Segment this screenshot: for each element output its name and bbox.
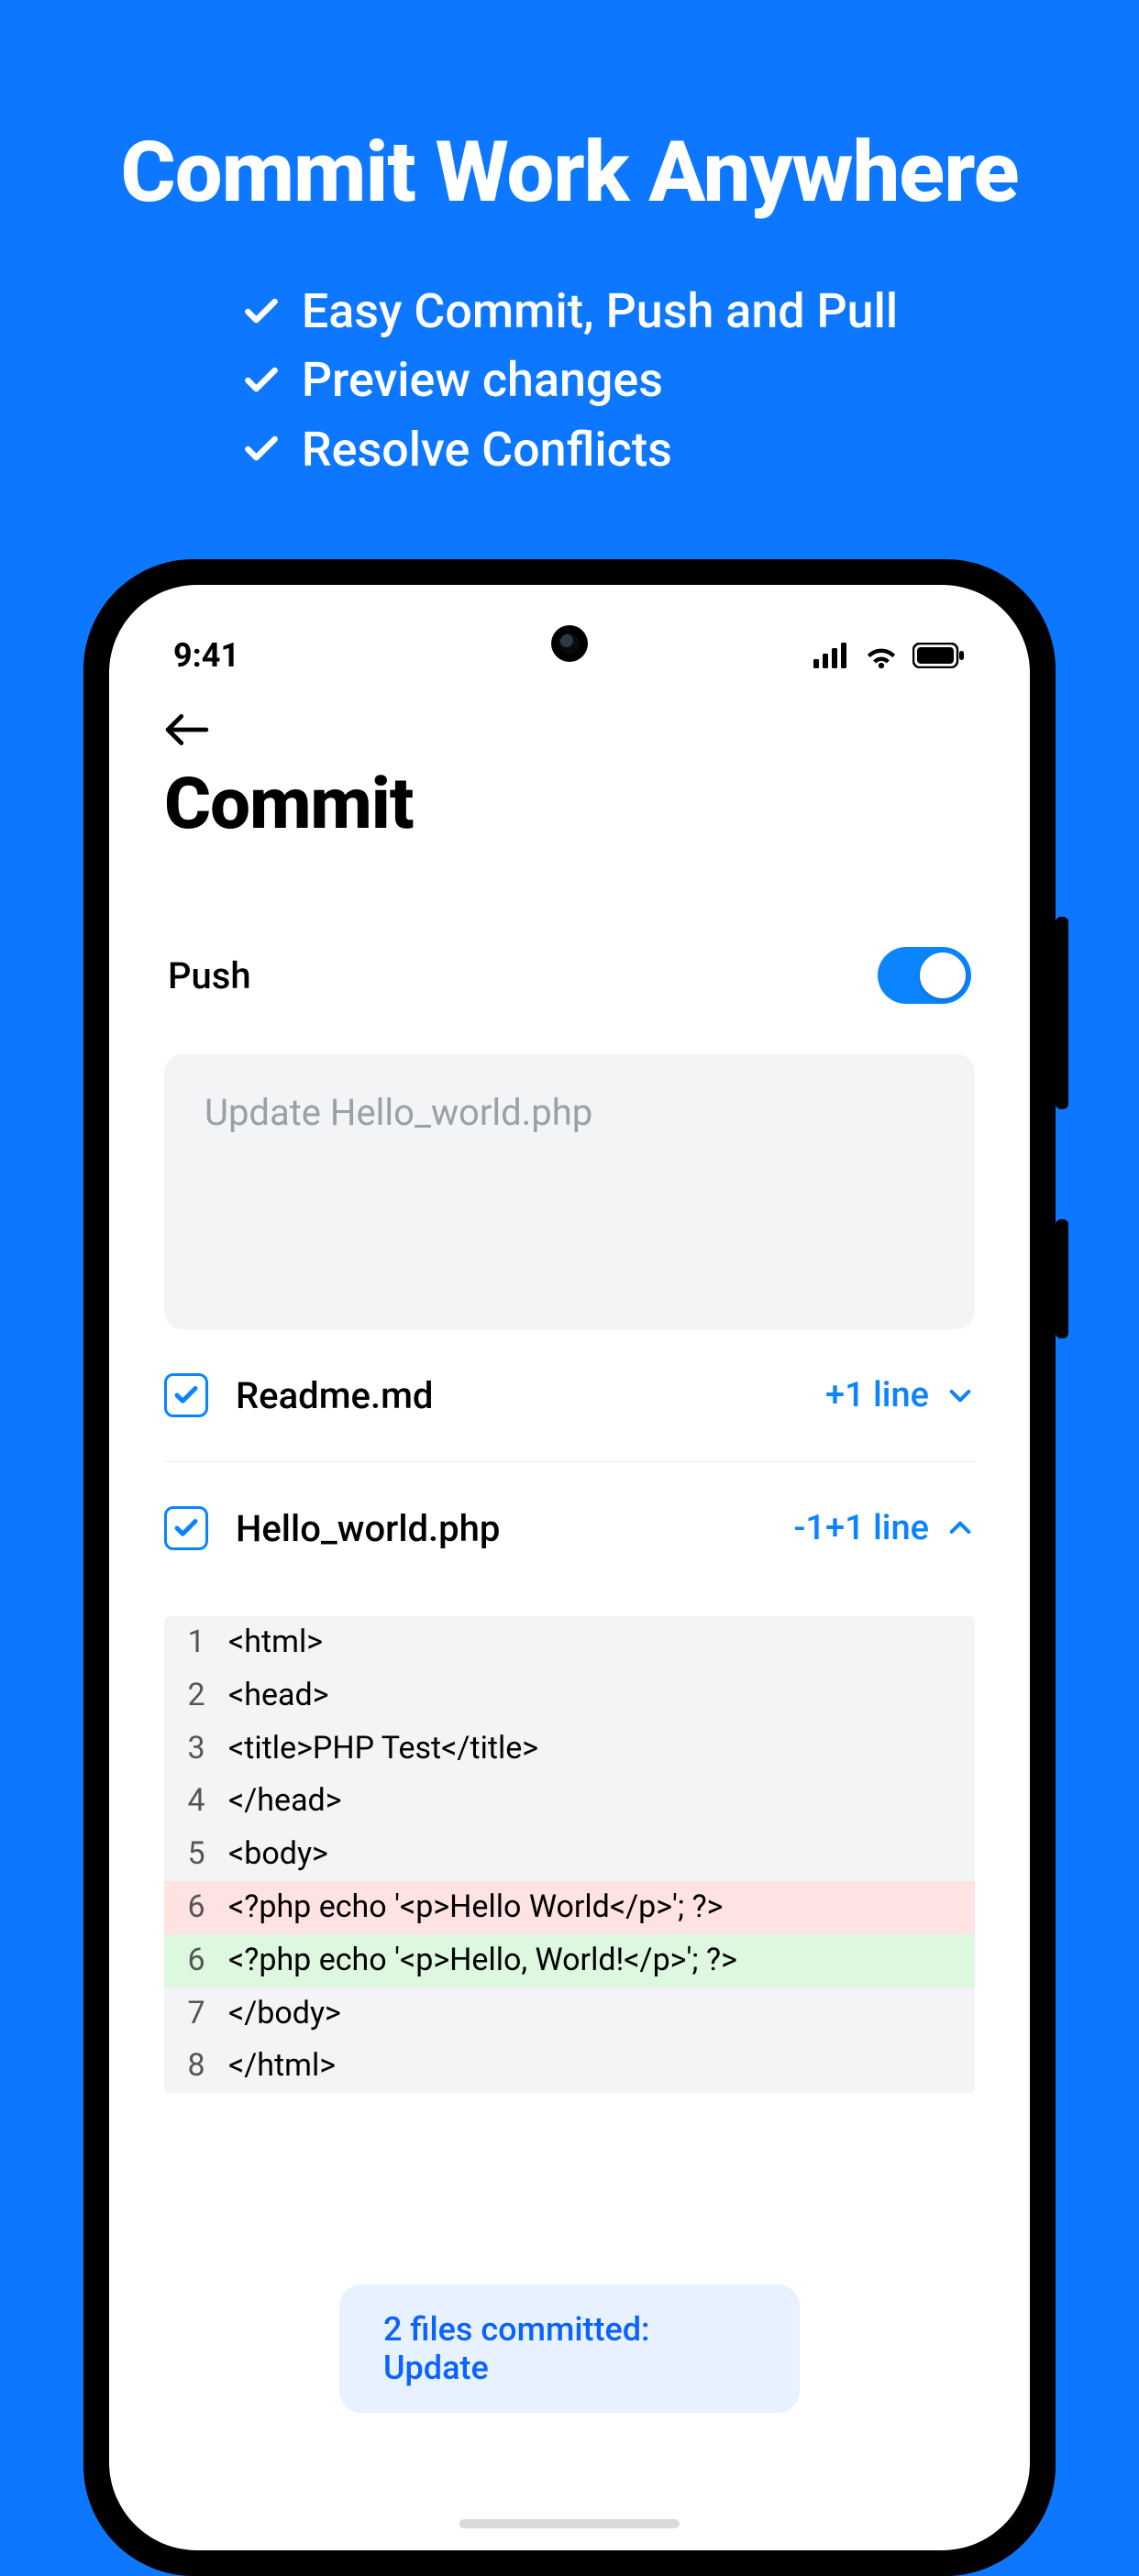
file-name: Readme.md — [236, 1374, 433, 1417]
line-number: 6 — [164, 1934, 228, 1987]
wifi-icon — [863, 642, 900, 669]
camera-cutout — [551, 625, 588, 662]
line-number: 5 — [164, 1828, 228, 1881]
diff-line: 1<html> — [164, 1616, 975, 1669]
hero-feature-label: Preview changes — [302, 346, 663, 414]
phone-mockup: 9:41 Commit Push — [83, 559, 1056, 2576]
diff-code: <body> — [228, 1828, 975, 1881]
line-number: 1 — [164, 1616, 228, 1669]
diff-line: 6<?php echo '<p>Hello World</p>'; ?> — [164, 1881, 975, 1934]
hero-feature-item: Preview changes — [241, 346, 898, 414]
line-number: 4 — [164, 1775, 228, 1828]
line-number: 2 — [164, 1669, 228, 1723]
diff-code: </body> — [228, 1987, 975, 2041]
diff-code: <html> — [228, 1616, 975, 1669]
diff-line: 4</head> — [164, 1775, 975, 1828]
diff-line: 8</html> — [164, 2040, 975, 2093]
file-checkbox[interactable] — [164, 1506, 208, 1550]
line-number: 7 — [164, 1987, 228, 2041]
diff-code: </html> — [228, 2040, 975, 2093]
diff-code: </head> — [228, 1775, 975, 1828]
hero-feature-list: Easy Commit, Push and Pull Preview chang… — [241, 277, 898, 484]
hero-feature-label: Easy Commit, Push and Pull — [302, 277, 898, 346]
page-title: Commit — [164, 763, 975, 846]
arrow-left-icon — [164, 711, 210, 748]
diff-line: 3<title>PHP Test</title> — [164, 1723, 975, 1776]
diff-summary: +1 line — [825, 1375, 929, 1415]
check-icon — [172, 1514, 200, 1542]
diff-line: 2<head> — [164, 1669, 975, 1723]
toggle-knob — [920, 952, 966, 998]
phone-side-button — [1056, 917, 1068, 1109]
toast: 2 files committed: Update — [339, 2284, 800, 2413]
hero-feature-item: Easy Commit, Push and Pull — [241, 277, 898, 346]
battery-icon — [912, 643, 966, 668]
diff-line: 5<body> — [164, 1828, 975, 1881]
line-number: 3 — [164, 1723, 228, 1776]
file-row[interactable]: Readme.md +1 line — [164, 1329, 975, 1462]
file-name: Hello_world.php — [236, 1507, 500, 1550]
line-number: 6 — [164, 1881, 228, 1934]
diff-line: 6<?php echo '<p>Hello, World!</p>'; ?> — [164, 1934, 975, 1987]
push-label: Push — [168, 954, 251, 997]
hero-feature-item: Resolve Conflicts — [241, 415, 898, 484]
line-number: 8 — [164, 2040, 228, 2093]
diff-code: <?php echo '<p>Hello, World!</p>'; ?> — [228, 1934, 975, 1987]
diff-line: 7</body> — [164, 1987, 975, 2041]
chevron-down-icon — [945, 1381, 975, 1410]
diff-code: <head> — [228, 1669, 975, 1723]
file-checkbox[interactable] — [164, 1373, 208, 1417]
check-icon — [241, 429, 282, 469]
diff-summary: -1+1 line — [793, 1508, 929, 1548]
push-toggle[interactable] — [878, 947, 971, 1004]
chevron-up-icon — [945, 1514, 975, 1543]
hero-title: Commit Work Anywhere — [0, 124, 1139, 222]
commit-message-placeholder: Update Hello_world.php — [205, 1091, 934, 1134]
check-icon — [241, 292, 282, 332]
phone-side-button — [1056, 1219, 1068, 1338]
diff-code: <title>PHP Test</title> — [228, 1723, 975, 1776]
file-row[interactable]: Hello_world.php -1+1 line — [164, 1462, 975, 1594]
diff-code: <?php echo '<p>Hello World</p>'; ?> — [228, 1881, 975, 1934]
hero-feature-label: Resolve Conflicts — [302, 415, 672, 484]
check-icon — [241, 360, 282, 401]
status-time: 9:41 — [173, 636, 239, 675]
check-icon — [172, 1382, 200, 1409]
home-indicator — [459, 2519, 680, 2528]
diff-view: 1<html>2<head>3<title>PHP Test</title>4<… — [164, 1616, 975, 2093]
commit-message-input[interactable]: Update Hello_world.php — [164, 1054, 975, 1329]
back-button[interactable] — [164, 702, 219, 757]
cellular-icon — [813, 643, 850, 668]
marketing-hero: Commit Work Anywhere Easy Commit, Push a… — [0, 0, 1139, 484]
